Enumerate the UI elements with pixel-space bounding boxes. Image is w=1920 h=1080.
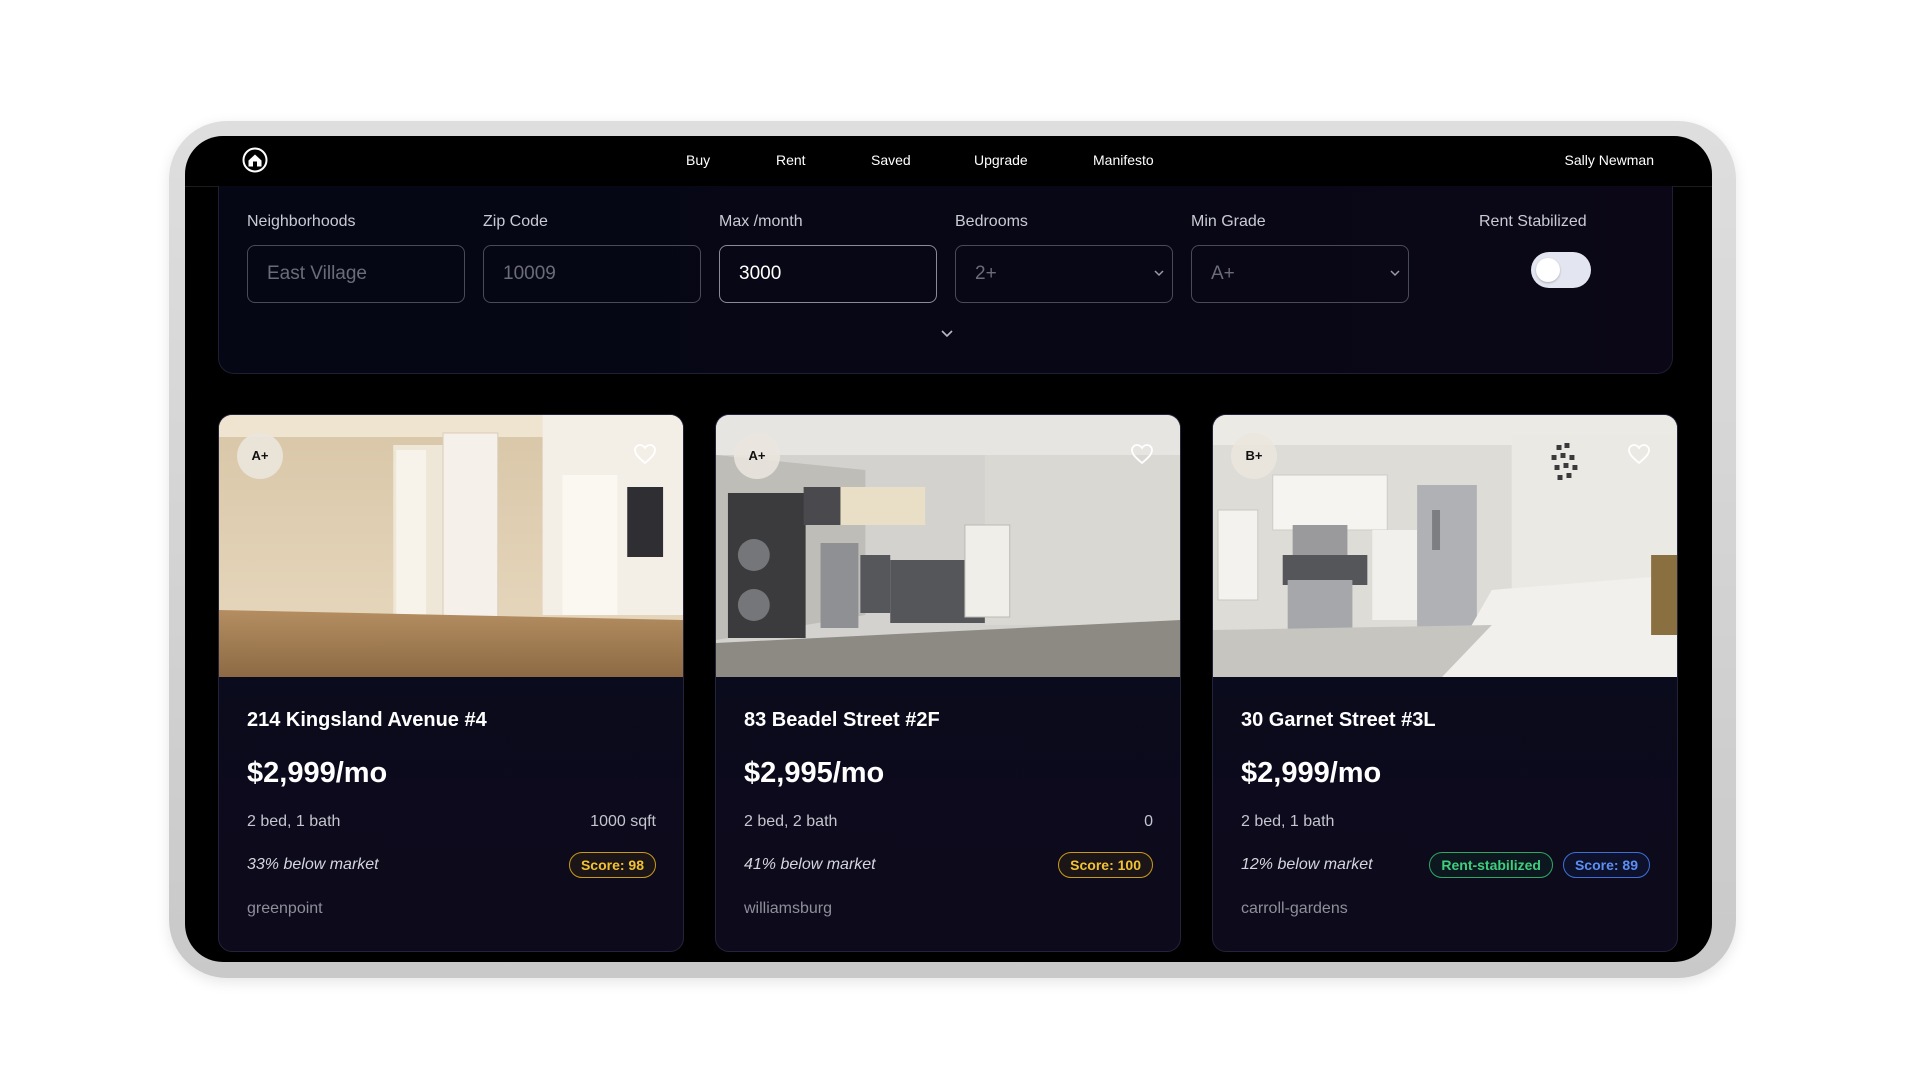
app-screen: Buy Rent Saved Upgrade Manifesto Sally N… xyxy=(185,136,1712,962)
listing-market-delta: 12% below market xyxy=(1241,856,1373,873)
listing-sqft: 1000 sqft xyxy=(590,813,656,830)
listing-price: $2,995/mo xyxy=(744,757,885,789)
nav-saved[interactable]: Saved xyxy=(871,152,911,168)
bedrooms-value: 2+ xyxy=(975,263,997,284)
bedrooms-label: Bedrooms xyxy=(955,213,1028,230)
listing-address: 30 Garnet Street #3L xyxy=(1241,709,1436,731)
listing-beds-baths: 2 bed, 1 bath xyxy=(247,813,341,830)
listing-badges: Rent-stabilized Score: 89 xyxy=(1429,852,1650,878)
toggle-knob xyxy=(1536,258,1560,282)
score-badge: Score: 100 xyxy=(1058,852,1153,878)
listing-price: $2,999/mo xyxy=(247,757,388,789)
listing-card[interactable]: B+ 30 Garnet Street #3L $2,999/mo 2 bed,… xyxy=(1212,414,1678,952)
listing-beds-baths: 2 bed, 2 bath xyxy=(744,813,838,830)
rent-stabilized-label: Rent Stabilized xyxy=(1479,213,1587,230)
max-month-label: Max /month xyxy=(719,213,803,230)
nav-rent[interactable]: Rent xyxy=(776,152,806,168)
room-photo-image xyxy=(219,415,683,677)
grade-badge: B+ xyxy=(1231,433,1277,479)
heart-icon[interactable] xyxy=(1627,443,1651,465)
heart-icon[interactable] xyxy=(633,443,657,465)
zip-input[interactable] xyxy=(483,245,701,303)
listing-card[interactable]: A+ 83 Beadel Street #2F $2,995/mo 2 bed,… xyxy=(715,414,1181,952)
listing-badges: Score: 98 xyxy=(568,852,656,878)
nav-buy[interactable]: Buy xyxy=(686,152,710,168)
room-photo-image xyxy=(716,415,1180,677)
filter-panel: Neighborhoods Zip Code Max /month Bedroo… xyxy=(218,186,1673,374)
listing-market-delta: 33% below market xyxy=(247,856,379,873)
expand-filters-chevron-icon[interactable] xyxy=(938,324,956,342)
listing-neighborhood: carroll-gardens xyxy=(1241,900,1348,917)
listing-card[interactable]: A+ 214 Kingsland Avenue #4 $2,999/mo 2 b… xyxy=(218,414,684,952)
min-grade-select[interactable]: A+ xyxy=(1191,245,1409,303)
min-grade-value: A+ xyxy=(1211,263,1235,284)
listing-address: 214 Kingsland Avenue #4 xyxy=(247,709,487,731)
listing-neighborhood: williamsburg xyxy=(744,900,833,917)
score-badge: Score: 98 xyxy=(568,852,656,878)
listing-photo[interactable] xyxy=(219,415,683,677)
listing-address: 83 Beadel Street #2F xyxy=(744,709,940,731)
listing-photo[interactable] xyxy=(1213,415,1677,677)
user-menu[interactable]: Sally Newman xyxy=(1565,152,1654,168)
listing-beds-baths: 2 bed, 1 bath xyxy=(1241,813,1335,830)
nav-upgrade[interactable]: Upgrade xyxy=(974,152,1028,168)
max-month-input[interactable] xyxy=(719,245,937,303)
neighborhoods-label: Neighborhoods xyxy=(247,213,356,230)
chevron-down-icon xyxy=(1154,270,1164,277)
grade-badge: A+ xyxy=(734,433,780,479)
room-photo-image xyxy=(1213,415,1677,677)
nav-manifesto[interactable]: Manifesto xyxy=(1093,152,1154,168)
listing-photo[interactable] xyxy=(716,415,1180,677)
zip-label: Zip Code xyxy=(483,213,548,230)
grade-badge: A+ xyxy=(237,433,283,479)
rent-stabilized-toggle[interactable] xyxy=(1531,252,1591,288)
listing-price: $2,999/mo xyxy=(1241,757,1382,789)
rent-stabilized-badge: Rent-stabilized xyxy=(1429,852,1553,878)
min-grade-label: Min Grade xyxy=(1191,213,1266,230)
listing-neighborhood: greenpoint xyxy=(247,900,323,917)
neighborhoods-input[interactable] xyxy=(247,245,465,303)
heart-icon[interactable] xyxy=(1130,443,1154,465)
nav-links: Buy Rent Saved Upgrade Manifesto xyxy=(185,136,1712,187)
score-badge: Score: 89 xyxy=(1562,852,1650,878)
top-nav: Buy Rent Saved Upgrade Manifesto Sally N… xyxy=(185,136,1712,187)
chevron-down-icon xyxy=(1390,270,1400,277)
listing-badges: Score: 100 xyxy=(1058,852,1153,878)
listing-market-delta: 41% below market xyxy=(744,856,876,873)
listing-sqft: 0 xyxy=(1144,813,1153,830)
bedrooms-select[interactable]: 2+ xyxy=(955,245,1173,303)
